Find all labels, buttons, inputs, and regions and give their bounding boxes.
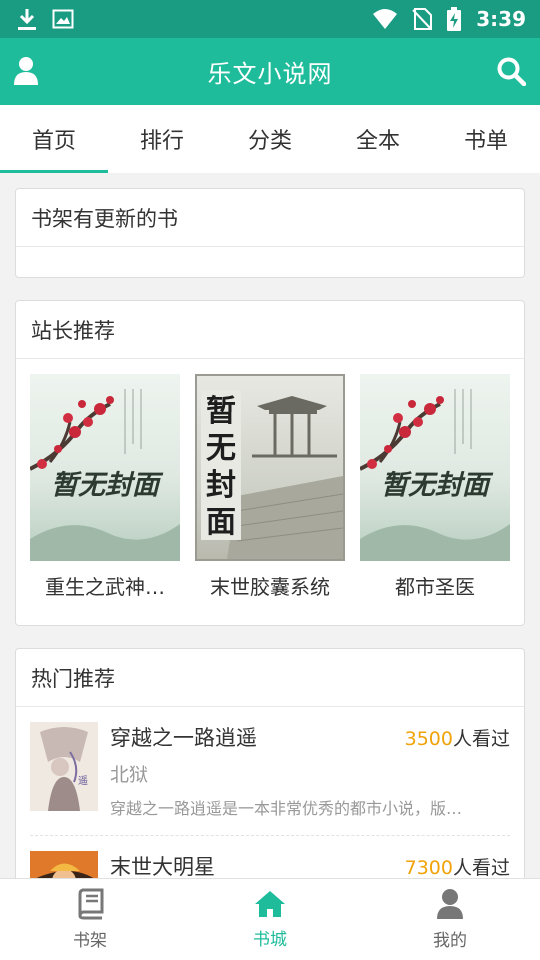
pavilion-cover-art: 暂 无 封 面 [201,390,343,559]
editor-picks-card: 站长推荐 暂无封面 重生之武神… 暂 无 封 面 末世胶囊系统 暂无封面 都市圣… [15,300,525,626]
hot-recommend-card: 热门推荐 遥 穿越之一路逍遥 3500人看过 北狱 穿越之一路逍遥是一本非常优秀… [15,648,525,888]
book-title: 穿越之一路逍遥 [110,726,257,750]
view-count: 7300人看过 [404,856,510,879]
book-icon [78,888,104,920]
book-cover: 暂无封面 [360,374,510,561]
nav-label: 书架 [73,931,107,951]
editor-picks-title: 站长推荐 [16,301,524,359]
book-cover: 遥 [30,722,98,811]
tab-complete[interactable]: 全本 [324,105,432,173]
wifi-icon [373,9,398,29]
book-title: 末世胶囊系统 [210,575,330,599]
person-icon [437,889,463,919]
shelf-updates-title: 书架有更新的书 [16,189,524,247]
tab-ranking[interactable]: 排行 [108,105,216,173]
svg-text:遥: 遥 [78,774,88,787]
app-title: 乐文小说网 [207,60,333,88]
clock: 3:39 [476,7,526,31]
cover-text-char: 封 [206,468,236,503]
app-bar: 乐文小说网 [0,38,540,105]
cover-text-char: 无 [206,431,236,466]
nav-label: 书城 [253,930,287,950]
search-icon[interactable] [496,56,526,86]
hot-book-item[interactable]: 遥 穿越之一路逍遥 3500人看过 北狱 穿越之一路逍遥是一本非常优秀的都市小说… [16,707,524,819]
nav-profile[interactable]: 我的 [360,879,540,960]
nav-bookstore[interactable]: 书城 [180,879,360,960]
plum-blossom-cover-art: 暂无封面 [360,389,510,561]
no-sim-icon [412,8,433,30]
cover-text-char: 面 [206,505,236,540]
tab-category[interactable]: 分类 [216,105,324,173]
tab-bar: 首页 排行 分类 全本 书单 [0,105,540,173]
shelf-updates-card: 书架有更新的书 [15,188,525,278]
tab-home[interactable]: 首页 [0,105,108,173]
view-count: 3500人看过 [404,727,510,750]
plum-blossom-cover-art: 暂无封面 [30,389,180,561]
recommended-book[interactable]: 暂无封面 重生之武神… [30,374,180,600]
tab-booklist[interactable]: 书单 [432,105,540,173]
book-title: 末世大明星 [110,855,215,879]
user-icon[interactable] [12,56,40,86]
book-author: 北狱 [110,764,149,786]
download-icon [18,9,36,30]
hot-recommend-title: 热门推荐 [16,649,524,707]
battery-charging-icon [447,7,462,31]
recommended-book[interactable]: 暂无封面 都市圣医 [360,374,510,600]
book-title: 重生之武神… [45,575,165,599]
bottom-nav: 书架 书城 我的 [0,878,540,960]
cover-text: 暂无封面 [51,470,164,501]
status-bar: 3:39 [0,0,540,38]
nav-bookshelf[interactable]: 书架 [0,879,180,960]
book-title: 都市圣医 [395,575,475,599]
cover-text-char: 暂 [206,394,236,429]
cover-text: 暂无封面 [381,470,494,501]
nav-label: 我的 [433,931,467,951]
book-cover: 暂 无 封 面 [195,374,345,561]
book-cover: 暂无封面 [30,374,180,561]
book-description: 穿越之一路逍遥是一本非常优秀的都市小说，版… [110,799,463,818]
recommended-book[interactable]: 暂 无 封 面 末世胶囊系统 [195,374,345,600]
home-icon [255,891,285,917]
image-icon [52,9,74,29]
